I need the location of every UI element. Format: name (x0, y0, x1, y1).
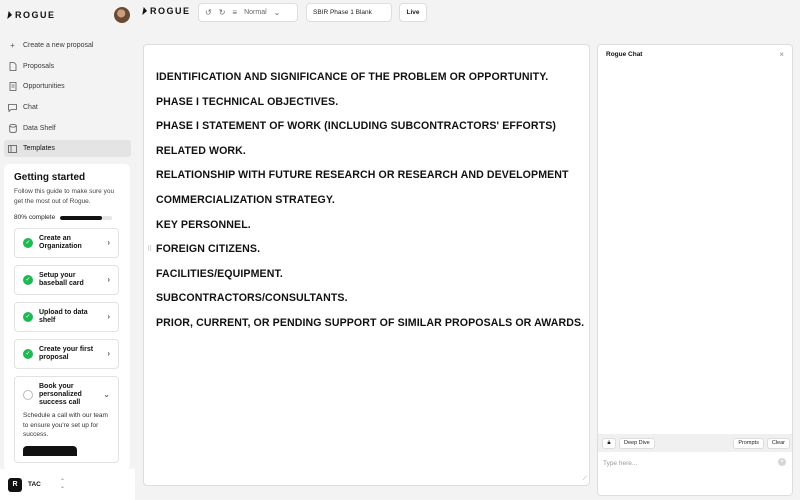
org-name: TAC (28, 481, 41, 488)
step-book-success-call[interactable]: Book your personalized success call ⌄ Sc… (14, 376, 119, 463)
chat-input-placeholder: Type here... (603, 460, 638, 467)
chevron-down-icon: ⌄ (103, 390, 110, 399)
chevron-right-icon: › (107, 312, 110, 321)
check-circle-icon: ✓ (23, 312, 33, 322)
rogue-logo[interactable]: ROGUE (7, 10, 56, 20)
step-label: Setup your baseball card (39, 272, 84, 287)
edit-controls: ↺ ↻ ≡ Normal ⌄ (198, 3, 298, 22)
chevron-right-icon: › (107, 238, 110, 247)
getting-started-title: Getting started (14, 172, 86, 183)
getting-started-subtitle: Follow this guide to make sure you get t… (14, 188, 115, 205)
top-toolbar: ROGUE ↺ ↻ ≡ Normal ⌄ SBIR Phase 1 Blank … (135, 0, 800, 28)
step-create-organization[interactable]: ✓ Create an Organization › (14, 228, 119, 258)
check-circle-icon: ✓ (23, 238, 33, 248)
sidebar-nav: + Create a new proposal Proposals Opport… (4, 37, 131, 161)
lock-icon[interactable]: 🔒︎ (602, 437, 616, 449)
redo-icon[interactable]: ↻ (219, 8, 226, 17)
sidebar-item-label: Proposals (23, 62, 55, 70)
chat-messages (598, 63, 792, 433)
toolbar-rogue-logo[interactable]: ROGUE (142, 6, 191, 16)
section-heading[interactable]: PHASE I TECHNICAL OBJECTIVES. (156, 96, 338, 108)
sidebar-item-label: Chat (23, 104, 38, 112)
step-label: Create an Organization (39, 235, 82, 250)
rogue-logo-text: ROGUE (15, 10, 56, 20)
step-label: Book your personalized success call (39, 383, 82, 406)
sidebar-item-label: Data Shelf (23, 124, 56, 132)
undo-icon[interactable]: ↺ (205, 8, 212, 17)
progress-bar-fill (60, 215, 102, 220)
clear-button[interactable]: Clear (766, 437, 790, 449)
getting-started-card: Getting started Follow this guide to mak… (4, 164, 130, 470)
rogue-logo-mark-icon (7, 11, 13, 19)
section-heading[interactable]: COMMERCIALIZATION STRATEGY. (156, 194, 335, 206)
sidebar-item-proposals[interactable]: Proposals (4, 58, 131, 75)
empty-circle-icon (23, 390, 33, 400)
text-style-select[interactable]: Normal (244, 9, 267, 16)
file-icon (8, 61, 17, 71)
sidebar-item-chat[interactable]: Chat (4, 99, 131, 116)
step-description: Schedule a call with our team to ensure … (23, 412, 108, 438)
section-heading[interactable]: FACILITIES/EQUIPMENT. (156, 268, 283, 280)
sidebar-item-create-proposal[interactable]: + Create a new proposal (4, 37, 131, 54)
live-button[interactable]: Live (399, 3, 427, 22)
step-create-first-proposal[interactable]: ✓ Create your first proposal › (14, 339, 119, 369)
drag-handle-icon[interactable]: ⠿ (147, 245, 152, 253)
sidebar-item-data-shelf[interactable]: Data Shelf (4, 120, 131, 137)
step-label: Create your first proposal (39, 346, 94, 361)
text-style-icon: ≡ (232, 8, 238, 17)
chevron-right-icon: › (107, 275, 110, 284)
step-label: Upload to data shelf (39, 309, 88, 324)
chevron-down-icon[interactable]: ⌄ (274, 8, 281, 17)
rogue-logo-text: ROGUE (150, 6, 191, 16)
section-heading[interactable]: SUBCONTRACTORS/CONSULTANTS. (156, 292, 348, 304)
document-icon (8, 82, 17, 92)
plus-icon: + (10, 41, 15, 50)
database-icon (8, 123, 17, 133)
chat-panel: Rogue Chat × 🔒︎ Deep Dive Prompts Clear … (597, 44, 793, 496)
progress-bar (60, 215, 113, 220)
section-heading[interactable]: RELATIONSHIP WITH FUTURE RESEARCH OR RES… (156, 169, 569, 181)
sidebar-item-opportunities[interactable]: Opportunities (4, 78, 131, 95)
resize-handle-icon[interactable]: ⟋ (583, 476, 587, 483)
section-heading[interactable]: IDENTIFICATION AND SIGNIFICANCE OF THE P… (156, 71, 548, 83)
rogue-logo-mark-icon (142, 7, 148, 15)
document-name-field[interactable]: SBIR Phase 1 Blank (306, 3, 392, 22)
chat-header: Rogue Chat × (598, 45, 792, 63)
chat-input[interactable]: Type here... × (598, 452, 792, 495)
user-avatar[interactable] (114, 7, 130, 23)
clear-input-icon[interactable]: × (778, 458, 786, 466)
sidebar-item-templates[interactable]: Templates (4, 140, 131, 158)
sidebar-item-label: Opportunities (23, 83, 65, 91)
section-heading[interactable]: KEY PERSONNEL. (156, 219, 251, 231)
sidebar-item-label: Create a new proposal (23, 42, 94, 49)
org-badge-icon: R (8, 477, 22, 492)
check-circle-icon: ✓ (23, 349, 33, 359)
section-heading[interactable]: FOREIGN CITIZENS. (156, 243, 260, 255)
section-heading[interactable]: PHASE I STATEMENT OF WORK (INCLUDING SUB… (156, 120, 556, 132)
template-icon (8, 144, 17, 153)
prompts-button[interactable]: Prompts (733, 437, 764, 449)
chat-icon (8, 103, 17, 112)
step-setup-baseball-card[interactable]: ✓ Setup your baseball card › (14, 265, 119, 295)
chat-title: Rogue Chat (606, 50, 643, 58)
section-heading[interactable]: PRIOR, CURRENT, OR PENDING SUPPORT OF SI… (156, 317, 584, 329)
sidebar: ROGUE + Create a new proposal Proposals … (0, 0, 135, 500)
section-heading[interactable]: RELATED WORK. (156, 145, 246, 157)
book-call-button[interactable] (23, 445, 77, 456)
check-circle-icon: ✓ (23, 275, 33, 285)
deep-dive-button[interactable]: Deep Dive (619, 437, 655, 449)
progress-label: 80% complete (14, 214, 56, 221)
sidebar-header: ROGUE (7, 6, 130, 24)
organization-switcher[interactable]: R TAC ⌃ ⌄ (0, 469, 135, 500)
document-editor[interactable]: IDENTIFICATION AND SIGNIFICANCE OF THE P… (143, 44, 590, 486)
step-upload-data-shelf[interactable]: ✓ Upload to data shelf › (14, 302, 119, 332)
chat-toolbar: 🔒︎ Deep Dive Prompts Clear (598, 434, 792, 452)
sidebar-item-label: Templates (23, 145, 55, 153)
chevron-right-icon: › (107, 349, 110, 358)
getting-started-progress: 80% complete (14, 214, 120, 221)
close-icon[interactable]: × (779, 50, 784, 59)
chevron-updown-icon: ⌃ ⌄ (60, 478, 66, 490)
